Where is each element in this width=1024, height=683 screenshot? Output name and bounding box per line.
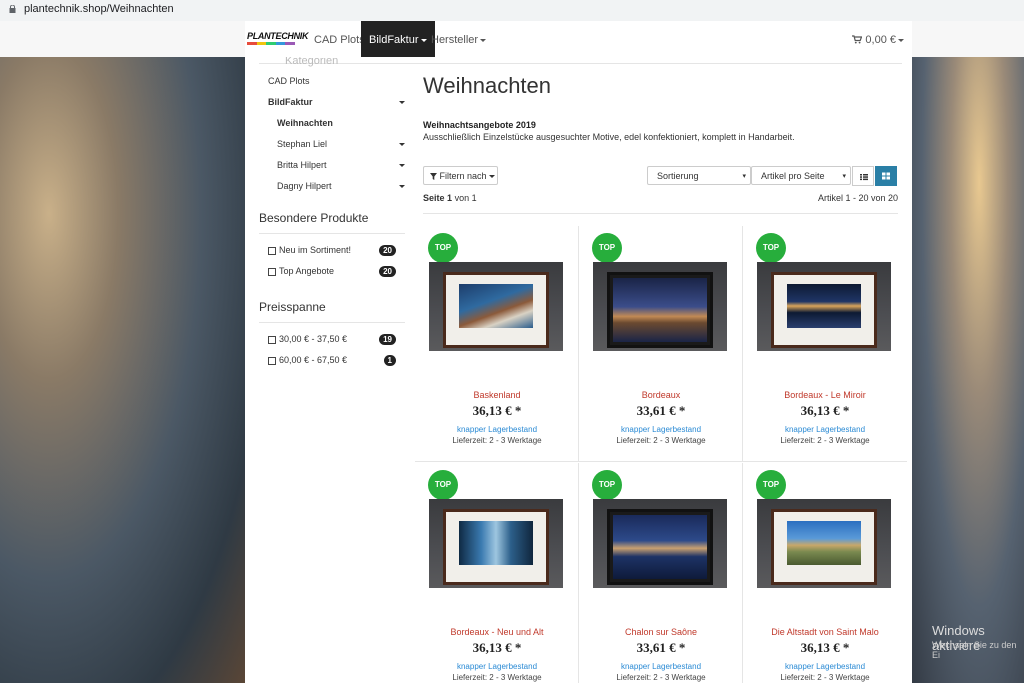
delivery-time: Lieferzeit: 2 - 3 Werktage [452,436,542,445]
sidebar-item-weihnachten[interactable]: Weihnachten [259,113,405,134]
divider [259,63,902,64]
select-arrow-icon: ▾ [842,173,846,180]
sidebar-item-cad-plots[interactable]: CAD Plots [259,71,405,92]
sidebar-item-dagny-hilpert[interactable]: Dagny Hilpert [259,176,405,197]
category-description: Ausschließlich Einzelstücke ausgesuchter… [423,132,795,142]
top-badge: TOP [428,470,458,500]
top-badge: TOP [592,233,622,263]
product-card[interactable]: TOP Chalon sur Saône 33,61 € * knapper L… [579,463,743,683]
pagination-info: Seite 1 von 1 [423,193,477,203]
product-name[interactable]: Bordeaux - Neu und Alt [415,627,579,637]
price-range-heading: Preisspanne [259,300,405,323]
select-arrow-icon: ▾ [742,173,746,180]
product-name[interactable]: Bordeaux - Le Miroir [743,390,907,400]
product-price: 33,61 € * [636,403,686,418]
chevron-down-icon [399,143,405,146]
product-card[interactable]: TOP Bordeaux - Le Miroir 36,13 € * knapp… [743,226,907,462]
filter-neu-im-sortiment[interactable]: Neu im Sortiment! 20 [259,240,405,261]
checkbox[interactable] [268,335,276,344]
chevron-down-icon [399,101,405,104]
product-name[interactable]: Chalon sur Saône [579,627,743,637]
browser-address-bar[interactable]: plantechnik.shop/Weihnachten [0,0,1024,22]
delivery-time: Lieferzeit: 2 - 3 Werktage [616,436,706,445]
article-count: Artikel 1 - 20 von 20 [817,193,898,203]
filter-icon [430,173,437,180]
category-subtitle: Weihnachtsangebote 2019 [423,120,536,130]
product-name[interactable]: Baskenland [415,390,579,400]
filter-price-1[interactable]: 30,00 € - 37,50 €19 [259,329,405,350]
product-image[interactable] [593,499,727,588]
product-image[interactable] [429,499,563,588]
count-badge: 1 [383,355,396,366]
list-icon [860,174,868,181]
product-price: 36,13 € * [472,640,522,655]
chevron-down-icon [399,185,405,188]
delivery-time: Lieferzeit: 2 - 3 Werktage [452,673,542,682]
product-card[interactable]: TOP Bordeaux - Neu und Alt 36,13 € * kna… [415,463,579,683]
product-card[interactable]: TOP Die Altstadt von Saint Malo 36,13 € … [743,463,907,683]
brand-logo[interactable]: PLANTECHNIK [247,31,309,45]
stock-status: knapper Lagerbestand [620,425,702,434]
product-price: 36,13 € * [800,403,850,418]
delivery-time: Lieferzeit: 2 - 3 Werktage [616,673,706,682]
stock-status: knapper Lagerbestand [456,662,538,671]
filter-top-angebote[interactable]: Top Angebote 20 [259,261,405,282]
product-card[interactable]: TOP Bordeaux 33,61 € * knapper Lagerbest… [579,226,743,462]
filter-button[interactable]: Filtern nach [423,166,498,185]
product-image[interactable] [757,499,891,588]
list-view-button[interactable] [852,166,874,186]
product-image[interactable] [429,262,563,351]
product-price: 36,13 € * [800,640,850,655]
cart-icon [852,35,863,44]
shop-page: ⌂ / BildFaktur / Weihnachten Kategorien … [245,21,912,683]
top-badge: TOP [756,470,786,500]
stock-status: knapper Lagerbestand [620,662,702,671]
checkbox[interactable] [268,356,276,365]
chevron-down-icon [898,38,904,42]
top-badge: TOP [428,233,458,263]
top-badge: TOP [592,470,622,500]
delivery-time: Lieferzeit: 2 - 3 Werktage [780,673,870,682]
delivery-time: Lieferzeit: 2 - 3 Werktage [780,436,870,445]
count-badge: 20 [379,245,396,256]
divider [423,213,898,214]
product-image[interactable] [593,262,727,351]
stock-status: knapper Lagerbestand [456,425,538,434]
top-navbar: PLANTECHNIK CAD Plots BildFaktur Herstel… [245,21,912,57]
sidebar: CAD Plots BildFaktur Weihnachten Stephan… [259,71,405,371]
lock-icon [9,5,16,13]
background-photo-left [0,57,245,683]
stock-status: knapper Lagerbestand [784,425,866,434]
per-page-select[interactable]: Artikel pro Seite ▾ [751,166,851,185]
product-price: 36,13 € * [472,403,522,418]
sidebar-item-bildfaktur[interactable]: BildFaktur [259,92,405,113]
count-badge: 20 [379,266,396,277]
stock-status: knapper Lagerbestand [784,662,866,671]
sort-select[interactable]: Sortierung ▾ [647,166,751,185]
grid-icon [882,172,890,180]
product-name[interactable]: Bordeaux [579,390,743,400]
checkbox[interactable] [268,267,276,276]
count-badge: 19 [379,334,396,345]
chevron-down-icon [480,38,487,42]
top-badge: TOP [756,233,786,263]
windows-activation-hint: Wechseln Sie zu den Ei [932,640,1017,660]
product-image[interactable] [757,262,891,351]
product-price: 33,61 € * [636,640,686,655]
product-name[interactable]: Die Altstadt von Saint Malo [743,627,907,637]
grid-view-button[interactable] [875,166,897,186]
background-photo-right [912,57,1024,683]
url-text[interactable]: plantechnik.shop/Weihnachten [24,3,174,15]
nav-hersteller[interactable]: Hersteller [424,21,493,57]
checkbox[interactable] [268,246,276,255]
chevron-down-icon [488,175,495,179]
sidebar-item-stephan-liel[interactable]: Stephan Liel [259,134,405,155]
chevron-down-icon [399,164,405,167]
special-products-heading: Besondere Produkte [259,211,405,234]
page-title: Weihnachten [423,73,552,98]
cart-button[interactable]: 0,00 € [852,21,904,59]
product-card[interactable]: TOP Baskenland 36,13 € * knapper Lagerbe… [415,226,579,462]
sidebar-item-britta-hilpert[interactable]: Britta Hilpert [259,155,405,176]
filter-price-2[interactable]: 60,00 € - 67,50 €1 [259,350,405,371]
